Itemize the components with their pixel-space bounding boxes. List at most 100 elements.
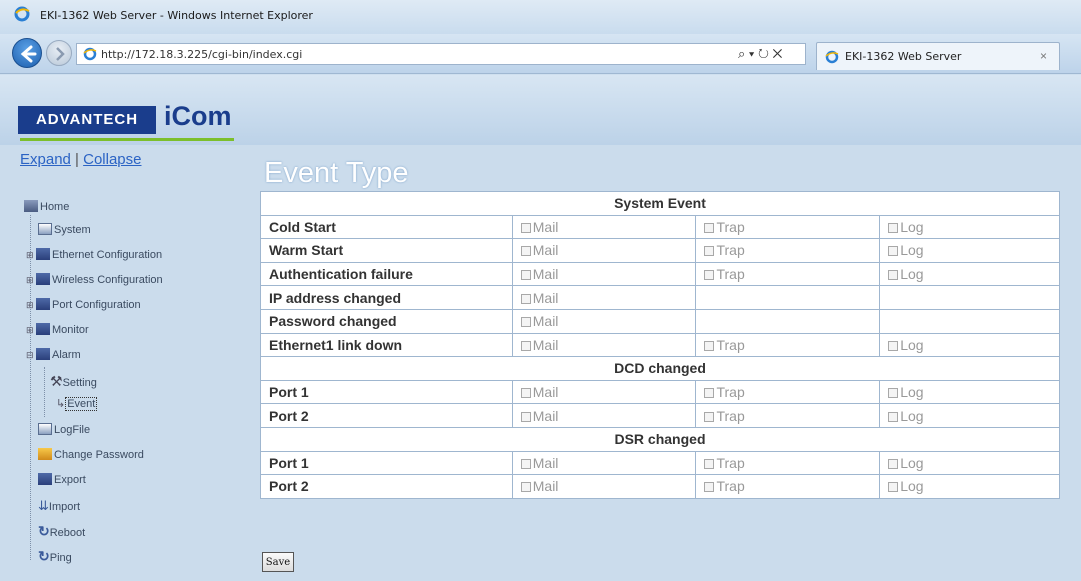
- forward-button[interactable]: [46, 40, 72, 66]
- log-checkbox[interactable]: [888, 411, 899, 422]
- sidebar: Expand | Collapse Home System ⊞ Ethernet …: [0, 145, 250, 581]
- sidebar-item-label: Export: [54, 474, 86, 486]
- sidebar-item-label: Event: [65, 397, 98, 411]
- expand-plus-icon[interactable]: ⊞: [26, 300, 34, 311]
- trap-label: Trap: [716, 242, 745, 259]
- expand-plus-icon[interactable]: ⊞: [26, 275, 34, 286]
- event-row: Ethernet1 link down Mail Trap Log: [260, 332, 1060, 358]
- trap-checkbox[interactable]: [704, 340, 715, 351]
- expand-plus-icon[interactable]: ⊞: [26, 325, 34, 336]
- trap-checkbox[interactable]: [704, 411, 715, 422]
- address-bar[interactable]: http://172.18.3.225/cgi-bin/index.cgi: [76, 43, 806, 65]
- mail-option-cell: Mail: [511, 285, 697, 310]
- event-type-table: System Event Cold Start Mail Trap Log Warm St…: [260, 191, 1060, 499]
- mail-checkbox[interactable]: [520, 458, 531, 469]
- section-title: DCD changed: [260, 356, 1060, 381]
- trap-checkbox[interactable]: [704, 270, 715, 281]
- log-label: Log: [900, 242, 924, 259]
- save-button[interactable]: Save: [262, 552, 294, 572]
- trap-option-cell: Trap: [695, 474, 881, 499]
- sidebar-item-label: Import: [48, 501, 81, 513]
- sidebar-item-home[interactable]: Home: [24, 200, 69, 213]
- mail-checkbox[interactable]: [520, 317, 531, 328]
- trap-checkbox[interactable]: [704, 482, 715, 493]
- trap-checkbox[interactable]: [704, 388, 715, 399]
- sidebar-item-setting[interactable]: ⚒Setting: [50, 373, 97, 390]
- trap-label: Trap: [716, 266, 745, 283]
- sidebar-item-alarm[interactable]: ⊟ Alarm: [26, 348, 81, 361]
- trap-option-cell: Trap: [695, 238, 881, 263]
- log-option-cell: Log: [879, 450, 1060, 476]
- sidebar-item-monitor[interactable]: ⊞ Monitor: [26, 323, 89, 336]
- trap-option-cell: Trap: [695, 261, 881, 287]
- expand-link[interactable]: Expand: [20, 151, 71, 168]
- sidebar-item-ping[interactable]: ↻Ping: [38, 548, 72, 565]
- mail-checkbox[interactable]: [520, 293, 531, 304]
- log-checkbox[interactable]: [888, 388, 899, 399]
- log-checkbox[interactable]: [888, 270, 899, 281]
- mail-label: Mail: [532, 313, 559, 330]
- import-icon: ⇊: [38, 498, 49, 513]
- mail-option-cell: Mail: [511, 238, 697, 263]
- browser-navbar: http://172.18.3.225/cgi-bin/index.cgi ⌕ …: [0, 34, 1081, 74]
- event-label: Port 1: [260, 450, 513, 476]
- sidebar-item-reboot[interactable]: ↻Reboot: [38, 523, 85, 540]
- mail-checkbox[interactable]: [520, 270, 531, 281]
- sidebar-item-system[interactable]: System: [38, 223, 91, 236]
- trap-checkbox[interactable]: [704, 458, 715, 469]
- sidebar-item-label: System: [54, 224, 91, 236]
- trap-label: Trap: [716, 218, 745, 235]
- sidebar-item-label: Ethernet Configuration: [52, 249, 163, 261]
- back-arrow-icon: [20, 45, 37, 63]
- mail-checkbox[interactable]: [520, 482, 531, 493]
- event-label: IP address changed: [260, 285, 513, 310]
- address-tools[interactable]: ⌕ ▾ ↻ ✕: [738, 46, 782, 62]
- trap-checkbox[interactable]: [704, 222, 715, 233]
- event-row: Port 1 Mail Trap Log: [260, 379, 1060, 405]
- event-row: IP address changed Mail: [260, 285, 1060, 310]
- mail-checkbox[interactable]: [520, 411, 531, 422]
- mail-checkbox[interactable]: [520, 246, 531, 257]
- trap-checkbox[interactable]: [704, 246, 715, 257]
- mail-label: Mail: [532, 266, 559, 283]
- mail-checkbox[interactable]: [520, 388, 531, 399]
- section-header-row: System Event: [260, 191, 1060, 216]
- log-checkbox[interactable]: [888, 482, 899, 493]
- sidebar-item-import[interactable]: ⇊Import: [38, 498, 80, 514]
- trap-option-cell: [695, 308, 881, 334]
- sidebar-item-label: Wireless Configuration: [52, 274, 163, 286]
- log-label: Log: [900, 407, 924, 424]
- mail-checkbox[interactable]: [520, 222, 531, 233]
- sidebar-item-event[interactable]: ↳ Event: [56, 397, 98, 411]
- log-checkbox[interactable]: [888, 222, 899, 233]
- key-icon: [38, 448, 52, 460]
- sidebar-item-port-configuration[interactable]: ⊞ Port Configuration: [26, 298, 141, 311]
- sidebar-item-logfile[interactable]: LogFile: [38, 423, 90, 436]
- mail-option-cell: Mail: [511, 474, 697, 499]
- mail-option-cell: Mail: [511, 214, 697, 240]
- sidebar-item-wireless-configuration[interactable]: ⊞ Wireless Configuration: [26, 273, 163, 286]
- trap-option-cell: Trap: [695, 214, 881, 240]
- log-checkbox[interactable]: [888, 246, 899, 257]
- sidebar-item-ethernet-configuration[interactable]: ⊞ Ethernet Configuration: [26, 248, 162, 261]
- browser-tab[interactable]: EKI-1362 Web Server ×: [816, 42, 1060, 70]
- event-label: Authentication failure: [260, 261, 513, 287]
- mail-checkbox[interactable]: [520, 340, 531, 351]
- sidebar-item-label: Ping: [49, 552, 72, 564]
- page-icon: [38, 223, 52, 235]
- collapse-minus-icon[interactable]: ⊟: [26, 350, 34, 361]
- sidebar-item-export[interactable]: Export: [38, 473, 86, 486]
- collapse-link[interactable]: Collapse: [83, 151, 141, 168]
- event-label: Port 2: [260, 403, 513, 428]
- log-checkbox[interactable]: [888, 340, 899, 351]
- sidebar-item-label: Setting: [62, 377, 97, 389]
- event-label: Port 1: [260, 379, 513, 405]
- expand-plus-icon[interactable]: ⊞: [26, 250, 34, 261]
- reboot-icon: ↻: [38, 523, 50, 539]
- back-button[interactable]: [12, 38, 42, 68]
- sidebar-item-change-password[interactable]: Change Password: [38, 448, 144, 461]
- address-url[interactable]: http://172.18.3.225/cgi-bin/index.cgi: [101, 48, 302, 61]
- trap-label: Trap: [716, 454, 745, 471]
- tab-close-icon[interactable]: ×: [1040, 49, 1047, 63]
- log-checkbox[interactable]: [888, 458, 899, 469]
